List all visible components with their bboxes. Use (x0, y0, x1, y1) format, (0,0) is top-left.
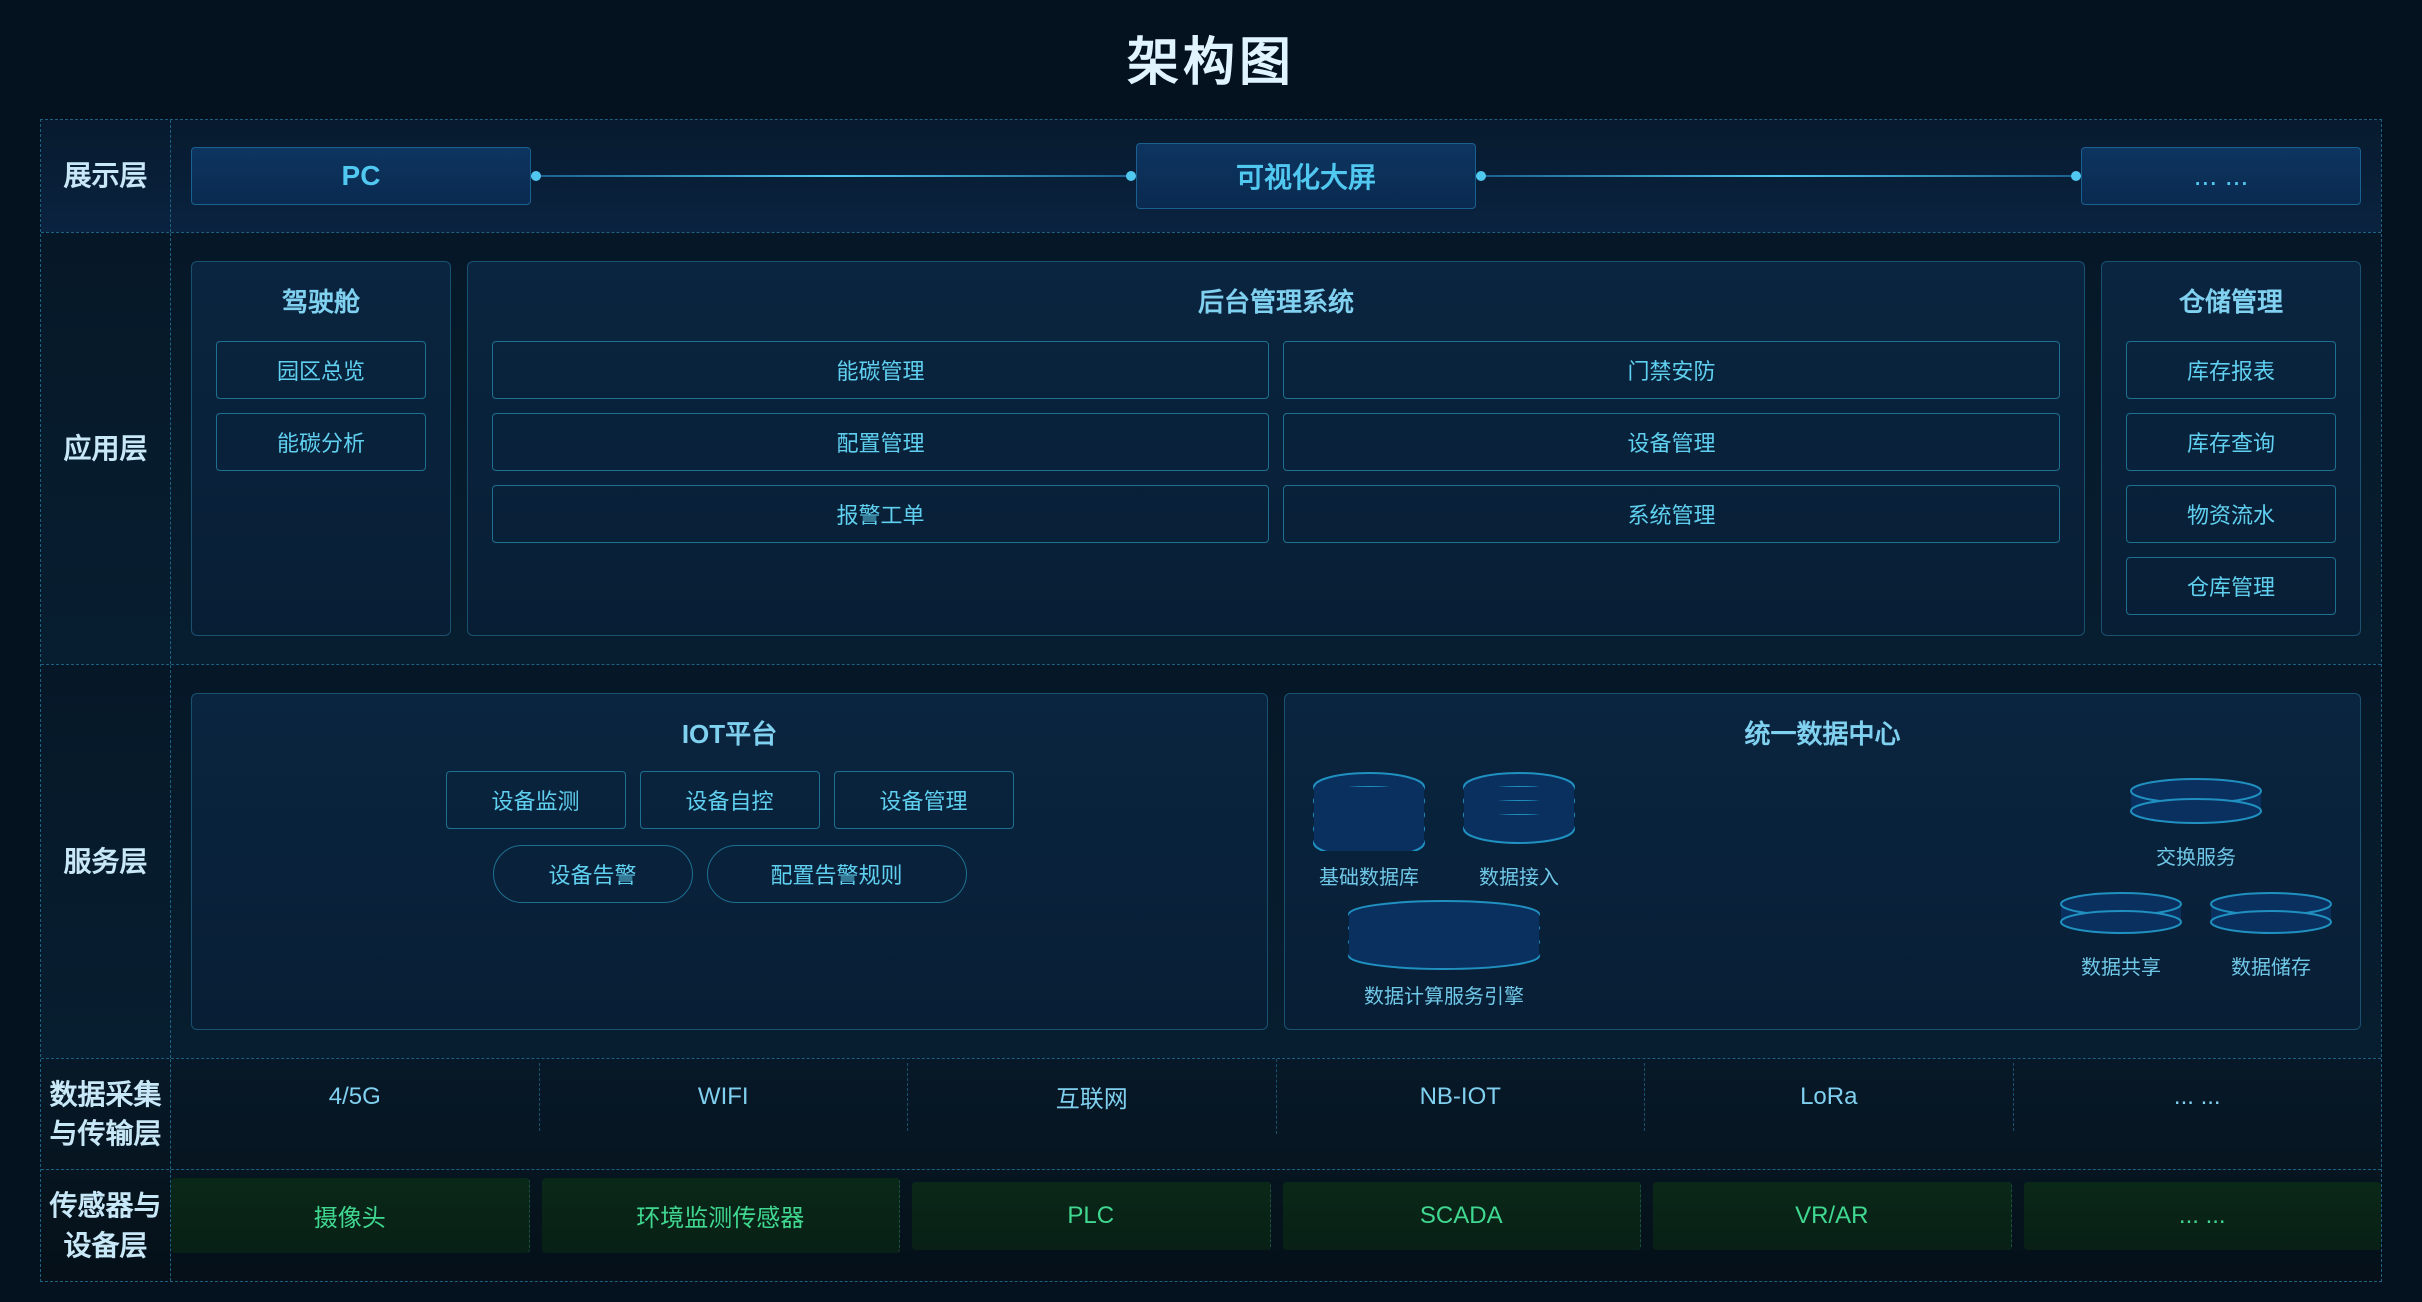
connector-1 (531, 175, 1136, 177)
dc-item-5: ... ... (2014, 1063, 2382, 1131)
display-layer-label: 展示层 (41, 120, 171, 232)
connector-2 (1476, 175, 2081, 177)
sensor-items: 摄像头 环境监测传感器 PLC SCADA VR/AR ... ... (171, 1170, 2381, 1261)
sensor-layer-row: 传感器与 设备层 摄像头 环境监测传感器 PLC SCADA VR/AR ...… (41, 1170, 2381, 1280)
warehouse-item-3: 仓库管理 (2126, 557, 2336, 615)
sensor-layer-content: 摄像头 环境监测传感器 PLC SCADA VR/AR ... ... (171, 1170, 2381, 1280)
backend-title: 后台管理系统 (492, 282, 2060, 319)
display-items: PC 可视化大屏 ... ... (191, 136, 2361, 216)
display-layer-content: PC 可视化大屏 ... ... (171, 120, 2381, 232)
warehouse-section: 仓储管理 库存报表 库存查询 物资流水 仓库管理 (2101, 261, 2361, 636)
sensor-item-3: SCADA (1283, 1182, 1642, 1250)
cylinder-storage-label: 数据储存 (2231, 951, 2311, 980)
datacollection-layer-label: 数据采集 与传输层 (41, 1059, 171, 1169)
iot-box-4: 配置告警规则 (707, 845, 967, 903)
backend-grid: 能碳管理 门禁安防 配置管理 设备管理 报警工单 系统管理 (492, 341, 2060, 543)
dc-item-2: 互联网 (908, 1059, 1277, 1134)
display-more: ... ... (2081, 147, 2361, 205)
sensor-item-4: VR/AR (1653, 1182, 2012, 1250)
cylinder-datainput: 数据接入 (1459, 771, 1579, 890)
warehouse-item-2: 物资流水 (2126, 485, 2336, 543)
backend-item-2: 配置管理 (492, 413, 1269, 471)
warehouse-item-0: 库存报表 (2126, 341, 2336, 399)
cylinder-share-label: 数据共享 (2081, 951, 2161, 980)
application-layer-row: 应用层 驾驶舱 园区总览 能碳分析 后台管理系统 能碳管理 门禁安防 配置管理 … (41, 233, 2381, 665)
architecture-diagram: 展示层 PC 可视化大屏 ... ... 应用层 驾驶舱 园区总览 能碳分析 (40, 119, 2382, 1282)
engine-label: 数据计算服务引擎 (1364, 980, 1524, 1009)
dc-item-1: WIFI (540, 1063, 909, 1131)
service-layer-content: IOT平台 设备监测 设备自控 设备管理 设备告警 配置告警规则 统一数据中心 (171, 665, 2381, 1058)
display-layer-row: 展示层 PC 可视化大屏 ... ... (41, 120, 2381, 233)
warehouse-item-1: 库存查询 (2126, 413, 2336, 471)
application-layer-label: 应用层 (41, 233, 171, 664)
backend-item-0: 能碳管理 (492, 341, 1269, 399)
page-title: 架构图 (1127, 20, 1295, 95)
service-sections: IOT平台 设备监测 设备自控 设备管理 设备告警 配置告警规则 统一数据中心 (191, 681, 2361, 1042)
datacenter-title: 统一数据中心 (1309, 714, 2336, 751)
iot-box-2: 设备管理 (834, 771, 1014, 829)
cylinder-datainput-label: 数据接入 (1479, 861, 1559, 890)
sensor-layer-label: 传感器与 设备层 (41, 1170, 171, 1280)
cylinder-database-label: 基础数据库 (1319, 861, 1419, 890)
iot-title: IOT平台 (216, 714, 1243, 751)
iot-section: IOT平台 设备监测 设备自控 设备管理 设备告警 配置告警规则 (191, 693, 1268, 1030)
cylinder-storage: 数据储存 (2206, 886, 2336, 980)
backend-item-4: 报警工单 (492, 485, 1269, 543)
iot-row2: 设备告警 配置告警规则 (216, 845, 1243, 903)
cylinder-exchange: 交换服务 (2126, 771, 2266, 870)
sensor-item-0: 摄像头 (171, 1178, 530, 1253)
datacollection-layer-content: 4/5G WIFI 互联网 NB-IOT LoRa ... ... (171, 1059, 2381, 1169)
cockpit-section: 驾驶舱 园区总览 能碳分析 (191, 261, 451, 636)
cockpit-item-1: 能碳分析 (216, 413, 426, 471)
display-pc: PC (191, 147, 531, 205)
dc-item-4: LoRa (1645, 1063, 2014, 1131)
app-sections: 驾驶舱 园区总览 能碳分析 后台管理系统 能碳管理 门禁安防 配置管理 设备管理… (191, 249, 2361, 648)
backend-item-3: 设备管理 (1283, 413, 2060, 471)
service-layer-label: 服务层 (41, 665, 171, 1058)
application-layer-content: 驾驶舱 园区总览 能碳分析 后台管理系统 能碳管理 门禁安防 配置管理 设备管理… (171, 233, 2381, 664)
datacenter-section: 统一数据中心 (1284, 693, 2361, 1030)
service-layer-row: 服务层 IOT平台 设备监测 设备自控 设备管理 设备告警 配置告警规则 (41, 665, 2381, 1059)
cockpit-title: 驾驶舱 (216, 282, 426, 319)
cylinder-database: 基础数据库 (1309, 771, 1429, 890)
cockpit-item-0: 园区总览 (216, 341, 426, 399)
dc-item-0: 4/5G (171, 1063, 540, 1131)
sensor-item-5: ... ... (2024, 1182, 2382, 1250)
display-visualization: 可视化大屏 (1136, 143, 1476, 209)
iot-box-3: 设备告警 (493, 845, 693, 903)
warehouse-title: 仓储管理 (2126, 282, 2336, 319)
cylinder-exchange-label: 交换服务 (2156, 841, 2236, 870)
backend-section: 后台管理系统 能碳管理 门禁安防 配置管理 设备管理 报警工单 系统管理 (467, 261, 2085, 636)
datacollection-layer-row: 数据采集 与传输层 4/5G WIFI 互联网 NB-IOT LoRa ... … (41, 1059, 2381, 1170)
sensor-item-1: 环境监测传感器 (542, 1178, 901, 1253)
cylinder-engine: 数据计算服务引擎 (1344, 900, 1544, 1009)
backend-item-1: 门禁安防 (1283, 341, 2060, 399)
dc-item-3: NB-IOT (1277, 1063, 1646, 1131)
iot-box-1: 设备自控 (640, 771, 820, 829)
sensor-item-2: PLC (912, 1182, 1271, 1250)
iot-box-0: 设备监测 (446, 771, 626, 829)
backend-item-5: 系统管理 (1283, 485, 2060, 543)
cylinder-share: 数据共享 (2056, 886, 2186, 980)
datacollection-items: 4/5G WIFI 互联网 NB-IOT LoRa ... ... (171, 1059, 2381, 1134)
iot-row1: 设备监测 设备自控 设备管理 (216, 771, 1243, 829)
